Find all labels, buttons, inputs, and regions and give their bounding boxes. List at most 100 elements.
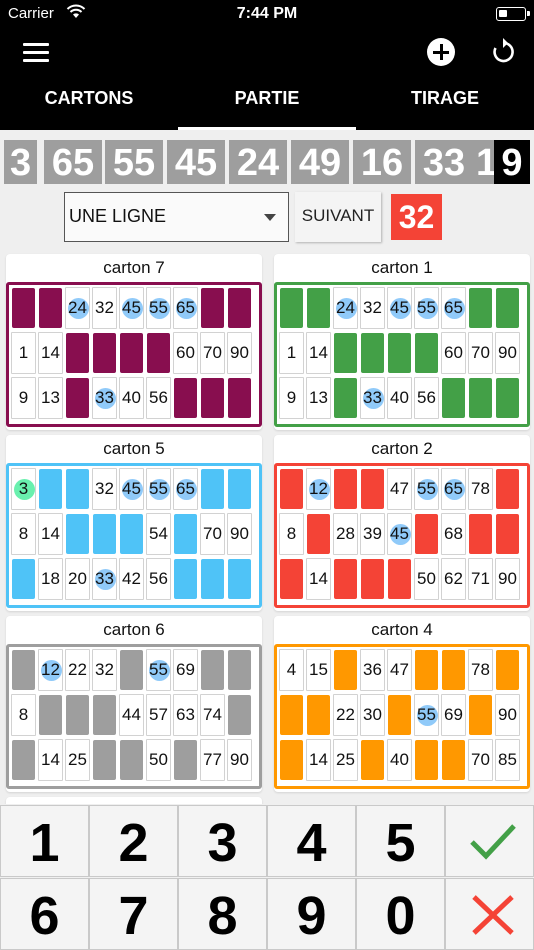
cell-number: 32 (95, 298, 114, 317)
cell-number: 47 (390, 479, 409, 498)
bingo-card[interactable]: carton 1 24 32 45 55 65 1 14 60 70 90 9 13 33 40 56 (274, 254, 530, 430)
card-cell: 13 (306, 377, 331, 419)
card-cell: 1 (279, 332, 304, 374)
card-cell: 18 (38, 558, 63, 600)
card-cell (11, 649, 36, 691)
menu-icon[interactable] (23, 41, 51, 65)
card-cell (333, 332, 358, 374)
card-cell: 56 (146, 377, 171, 419)
cell-number: 14 (309, 343, 328, 362)
card-cell: 1 (11, 332, 36, 374)
cell-number: 71 (471, 569, 490, 588)
cell-number: 90 (498, 569, 517, 588)
card-cell: 40 (387, 739, 412, 781)
card-cell: 14 (38, 332, 63, 374)
bingo-card[interactable]: carton 2 12 47 55 65 78 8 28 39 45 68 14 50 62 71 90 (274, 435, 530, 611)
card-cell: 14 (38, 513, 63, 555)
cell-number: 9 (286, 388, 297, 407)
card-cell (92, 739, 117, 781)
card-grid: 3 32 45 55 65 8 14 54 70 90 18 20 33 42 56 (6, 463, 262, 608)
cross-icon (472, 895, 514, 935)
bingo-card[interactable]: carton 3 (6, 797, 262, 804)
refresh-icon[interactable] (488, 37, 518, 67)
drawn-number: 3 (4, 140, 37, 184)
cell-number: 60 (176, 343, 195, 362)
card-cell (65, 332, 90, 374)
card-cell: 55 (414, 694, 439, 736)
card-cell: 60 (173, 332, 198, 374)
card-cell (65, 377, 90, 419)
tab-cartons[interactable]: CARTONS (0, 82, 178, 130)
card-cell (387, 558, 412, 600)
next-button[interactable]: SUIVANT (295, 192, 381, 242)
card-cell (441, 739, 466, 781)
card-cell: 40 (119, 377, 144, 419)
card-cell (11, 287, 36, 329)
cell-number: 14 (41, 524, 60, 543)
card-cell (414, 649, 439, 691)
card-cell: 90 (227, 513, 252, 555)
tab-partie[interactable]: PARTIE (178, 82, 356, 130)
card-cell: 90 (227, 332, 252, 374)
keypad-key-4[interactable]: 4 (267, 805, 356, 877)
cancel-button[interactable] (445, 878, 534, 950)
card-cell (38, 694, 63, 736)
ok-button[interactable] (445, 805, 534, 877)
card-cell: 9 (11, 377, 36, 419)
cell-number: 55 (149, 479, 168, 498)
cell-number: 55 (417, 705, 436, 724)
card-cell (468, 287, 493, 329)
card-cell (92, 694, 117, 736)
card-cell: 70 (200, 332, 225, 374)
cell-number: 14 (309, 750, 328, 769)
card-cell (495, 468, 520, 510)
cell-number: 45 (390, 298, 409, 317)
card-cell: 22 (333, 694, 358, 736)
cell-number: 8 (286, 524, 297, 543)
card-cell: 90 (495, 694, 520, 736)
keypad-key-1[interactable]: 1 (0, 805, 89, 877)
card-cell (279, 468, 304, 510)
card-cell: 70 (468, 332, 493, 374)
bingo-card[interactable]: carton 7 24 32 45 55 65 1 14 60 70 90 9 13 33 40 56 (6, 254, 262, 430)
keypad-key-6[interactable]: 6 (0, 878, 89, 950)
card-cell (92, 332, 117, 374)
card-cell (119, 649, 144, 691)
card-cell: 42 (119, 558, 144, 600)
drawn-number: 16 (353, 140, 411, 184)
card-cell (200, 287, 225, 329)
cell-number: 63 (176, 705, 195, 724)
clock: 7:44 PM (236, 5, 298, 22)
bingo-card[interactable]: carton 5 3 32 45 55 65 8 14 54 70 90 18 20 33 42 56 (6, 435, 262, 611)
drawn-numbers-bar: 3 65 55 45 24 49 16 33 1 9 (0, 130, 534, 186)
card-cell: 50 (146, 739, 171, 781)
keypad-key-0[interactable]: 0 (356, 878, 445, 950)
keypad-key-5[interactable]: 5 (356, 805, 445, 877)
keypad-key-8[interactable]: 8 (178, 878, 267, 950)
card-cell (200, 558, 225, 600)
keypad-key-3[interactable]: 3 (178, 805, 267, 877)
tab-bar: CARTONS PARTIE TIRAGE (0, 82, 534, 130)
card-grid: 24 32 45 55 65 1 14 60 70 90 9 13 33 40 56 (274, 282, 530, 427)
add-icon[interactable] (427, 38, 455, 66)
card-cell: 15 (306, 649, 331, 691)
card-cell: 90 (227, 739, 252, 781)
mode-select[interactable]: UNE LIGNE (64, 192, 289, 242)
card-cell (38, 468, 63, 510)
card-cell: 3 (11, 468, 36, 510)
keypad-key-7[interactable]: 7 (89, 878, 178, 950)
tab-tirage[interactable]: TIRAGE (356, 82, 534, 130)
bingo-card[interactable]: carton 6 12 22 32 55 69 8 44 57 63 74 14 25 50 77 90 (6, 616, 262, 792)
cell-number: 1 (286, 343, 297, 362)
keypad-key-9[interactable]: 9 (267, 878, 356, 950)
card-title: carton 1 (371, 258, 433, 277)
card-cell (65, 694, 90, 736)
cell-number: 55 (149, 298, 168, 317)
card-cell (200, 649, 225, 691)
bingo-card[interactable]: carton 4 4 15 36 47 78 22 30 55 69 90 14 25 40 70 85 (274, 616, 530, 792)
keypad-key-2[interactable]: 2 (89, 805, 178, 877)
card-cell: 78 (468, 468, 493, 510)
cell-number: 20 (68, 569, 87, 588)
card-cell (92, 513, 117, 555)
card-cell: 71 (468, 558, 493, 600)
